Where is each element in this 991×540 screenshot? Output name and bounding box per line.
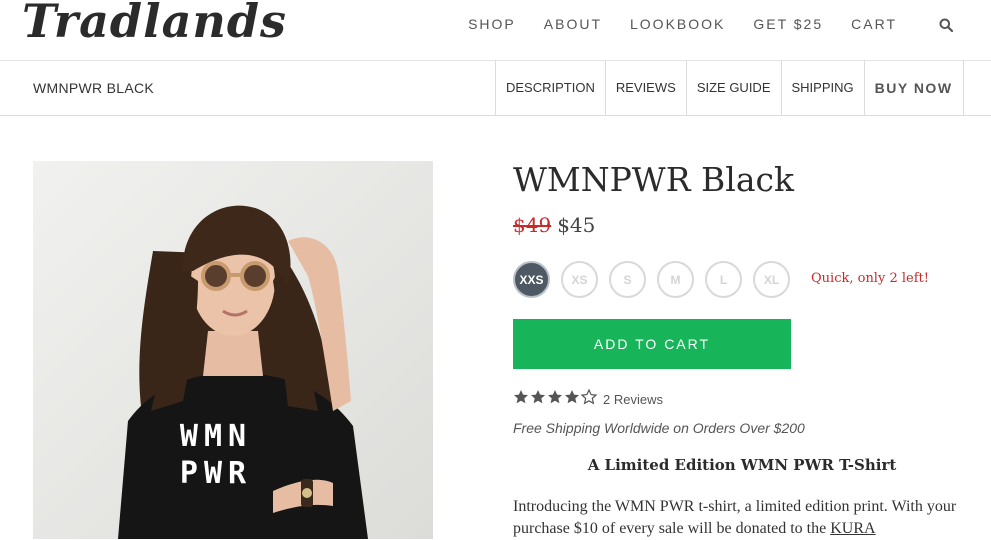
size-option-xl[interactable]: XL (753, 261, 790, 298)
shipping-note: Free Shipping Worldwide on Orders Over $… (513, 420, 805, 436)
top-navigation: Tradlands SHOP ABOUT LOOKBOOK GET $25 CA… (0, 0, 991, 61)
price-block: $49 $45 (513, 213, 595, 237)
size-option-m[interactable]: M (657, 261, 694, 298)
tab-shipping[interactable]: SHIPPING (780, 60, 864, 115)
subnav-tabs: DESCRIPTION REVIEWS SIZE GUIDE SHIPPING … (495, 60, 964, 115)
rating-stars (513, 389, 601, 409)
shirt-print-line-1: WMN (180, 419, 252, 454)
nav-get-25[interactable]: GET $25 (753, 16, 823, 32)
star-rating-icon (514, 389, 597, 404)
tab-buy-now[interactable]: BUY NOW (863, 60, 964, 115)
size-option-l[interactable]: L (705, 261, 742, 298)
tab-description[interactable]: DESCRIPTION (495, 60, 605, 115)
rating[interactable]: 2 Reviews (513, 389, 663, 409)
size-option-xs[interactable]: XS (561, 261, 598, 298)
product-photo[interactable]: WMN PWR (33, 161, 433, 539)
search-icon[interactable] (939, 17, 954, 33)
description-text: Introducing the WMN PWR t-shirt, a limit… (513, 498, 957, 537)
sale-price: $45 (557, 213, 596, 237)
nav-lookbook[interactable]: LOOKBOOK (630, 16, 725, 32)
breadcrumb: WMNPWR BLACK (33, 80, 155, 96)
size-option-s[interactable]: S (609, 261, 646, 298)
reviews-link[interactable]: 2 Reviews (603, 392, 663, 407)
product-subheading: A Limited Edition WMN PWR T-Shirt (587, 456, 897, 474)
size-selector: XXS XS S M L XL (513, 261, 801, 298)
original-price: $49 (513, 213, 552, 237)
product-photo-illustration: WMN PWR (33, 161, 433, 539)
stock-notice: Quick, only 2 left! (811, 271, 929, 286)
product-subnav: WMNPWR BLACK DESCRIPTION REVIEWS SIZE GU… (0, 60, 991, 116)
nav-about[interactable]: ABOUT (544, 16, 602, 32)
tab-size-guide[interactable]: SIZE GUIDE (685, 60, 781, 115)
add-to-cart-button[interactable]: ADD TO CART (513, 319, 791, 369)
tab-reviews[interactable]: REVIEWS (604, 60, 686, 115)
nav-cart[interactable]: CART (851, 16, 897, 32)
main-nav: SHOP ABOUT LOOKBOOK GET $25 CART (440, 16, 954, 33)
size-option-xxs[interactable]: XXS (513, 261, 550, 298)
kura-link[interactable]: KURA (830, 520, 875, 537)
product-description: Introducing the WMN PWR t-shirt, a limit… (513, 496, 973, 540)
shirt-print-line-2: PWR (180, 456, 252, 491)
brand-logo[interactable]: Tradlands (22, 0, 287, 48)
product-title: WMNPWR Black (513, 160, 794, 199)
nav-shop[interactable]: SHOP (468, 16, 516, 32)
